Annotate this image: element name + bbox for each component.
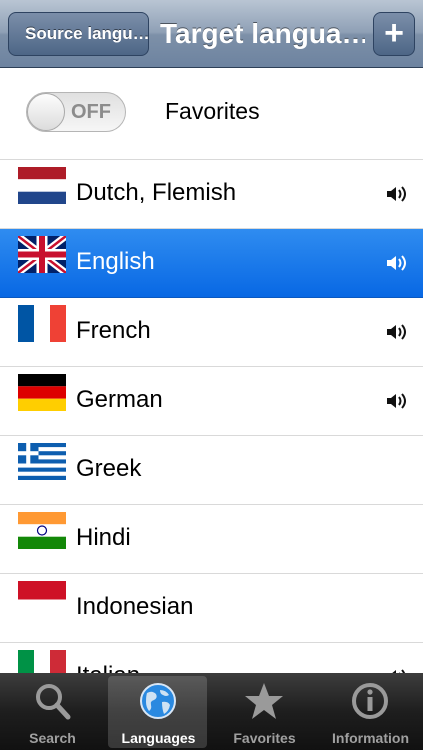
speaker-icon[interactable] [386,322,408,342]
tab-search[interactable]: Search [0,673,105,750]
language-name: Hindi [76,524,131,551]
tab-languages[interactable]: Languages [106,673,211,750]
language-row-hindi[interactable]: Hindi [0,505,423,574]
search-icon [36,684,71,720]
language-row-indonesian[interactable]: Indonesian [0,574,423,643]
language-name: German [76,386,163,413]
language-list[interactable]: Dutch, Flemish English French German Gre… [0,160,423,673]
page-title: Target langua… [160,18,365,49]
navigation-bar: Source langu… Target langua… + [0,0,423,68]
info-icon [352,683,388,719]
italy-flag-icon [18,650,66,673]
favorites-filter-row: OFF Favorites [0,68,423,160]
greece-flag-icon [18,443,66,480]
globe-icon [140,683,176,719]
france-flag-icon [18,305,66,342]
tab-label: Search [29,730,76,746]
favorites-toggle[interactable]: OFF [26,92,126,132]
speaker-icon[interactable] [386,253,408,273]
tab-label: Information [332,730,409,746]
language-name: Greek [76,455,142,482]
netherlands-flag-icon [18,167,66,204]
tab-label: Languages [121,730,196,746]
germany-flag-icon [18,374,66,411]
language-row-greek[interactable]: Greek [0,436,423,505]
language-row-german[interactable]: German [0,367,423,436]
indonesia-flag-icon [18,581,66,618]
tab-label: Favorites [233,730,296,746]
language-name: English [76,248,155,275]
toggle-state-text: OFF [71,101,111,123]
language-name: French [76,317,151,344]
language-row-dutch[interactable]: Dutch, Flemish [0,160,423,229]
back-button[interactable]: Source langu… [8,12,149,56]
add-button[interactable]: + [373,12,415,56]
tab-information[interactable]: Information [318,673,423,750]
uk-flag-icon [18,236,66,273]
tab-bar: Search Languages Favorites Information [0,673,423,750]
speaker-icon[interactable] [386,391,408,411]
star-icon [245,683,283,719]
language-row-french[interactable]: French [0,298,423,367]
language-row-italian[interactable]: Italian [0,643,423,673]
language-name: Dutch, Flemish [76,179,237,206]
language-name: Indonesian [76,593,194,620]
speaker-icon[interactable] [386,184,408,204]
india-flag-icon [18,512,66,549]
back-button-label: Source langu… [25,24,149,43]
favorites-label: Favorites [165,98,260,124]
tab-favorites[interactable]: Favorites [212,673,317,750]
language-row-english[interactable]: English [0,229,423,298]
toggle-knob [27,93,65,131]
language-name: Italian [76,643,140,673]
